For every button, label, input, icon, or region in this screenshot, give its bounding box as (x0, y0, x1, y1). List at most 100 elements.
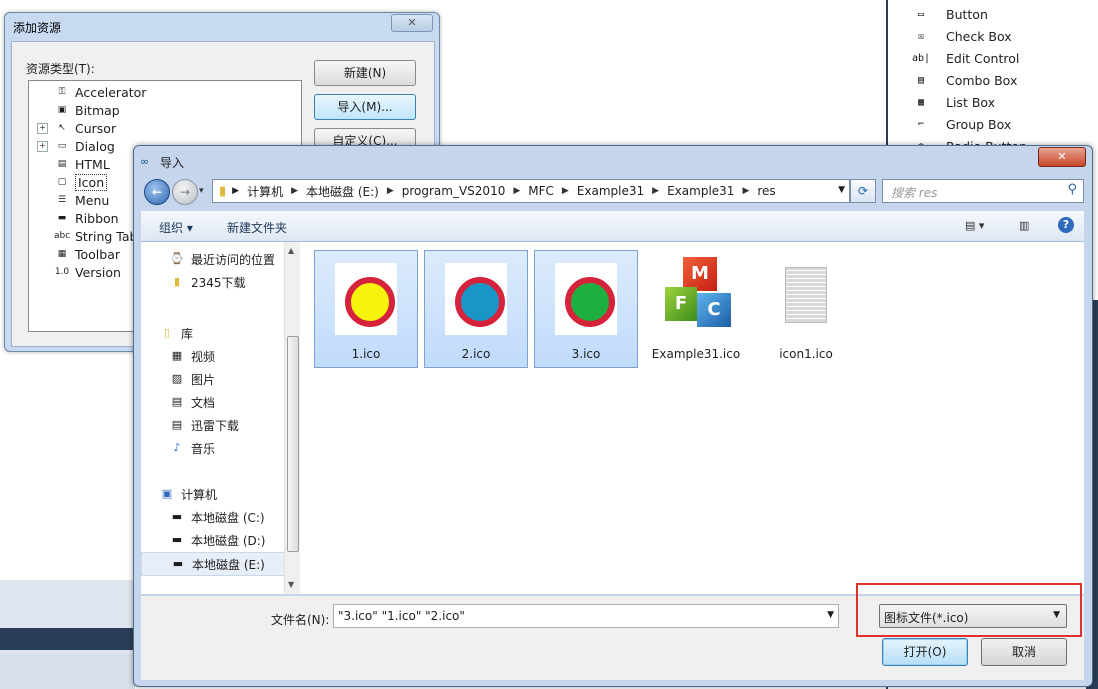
edit-control-icon: ab| (911, 52, 931, 64)
tree-item-label: Ribbon (75, 210, 119, 226)
search-input[interactable]: 搜索 res ⚲ (882, 179, 1084, 203)
nav-item-label: 图片 (191, 372, 216, 387)
breadcrumb-item[interactable]: Example31 ▶ (577, 184, 659, 198)
toolbox-item-label: Edit Control (946, 50, 1020, 66)
scroll-down-arrow[interactable]: ▼ (288, 580, 294, 589)
breadcrumb-label: MFC (528, 184, 554, 198)
nav-item[interactable]: ▣ 计算机 (141, 483, 289, 505)
tree-item[interactable]: + ↖ Cursor (29, 119, 299, 137)
breadcrumb-item[interactable]: 本地磁盘 (E:) ▶ (306, 183, 394, 200)
view-options-icon[interactable]: ▤ ▾ (965, 219, 984, 232)
group-box-icon: ⌐ (917, 118, 925, 130)
recent-locations-dropdown[interactable]: ▾ (199, 186, 204, 196)
file-item[interactable]: icon1.ico (754, 250, 858, 368)
file-item[interactable]: 1.ico (314, 250, 418, 368)
chevron-right-icon[interactable]: ▶ (291, 186, 298, 196)
new-folder-button[interactable]: 新建文件夹 (227, 219, 287, 236)
back-button[interactable]: ← (144, 179, 170, 205)
dialog-title: 导入 (160, 156, 185, 170)
resource-type-icon: ▦ (57, 249, 67, 259)
tree-item[interactable]: ▣ Bitmap (29, 101, 299, 119)
nav-item[interactable]: ▤ 文档 (141, 391, 289, 413)
breadcrumb-item[interactable]: res (757, 184, 775, 198)
chevron-down-icon[interactable]: ▼ (827, 610, 834, 620)
nav-item[interactable]: ▤ 迅雷下载 (141, 414, 289, 436)
file-item[interactable]: 2.ico (424, 250, 528, 368)
expand-icon[interactable]: + (37, 122, 48, 134)
chevron-right-icon: ▶ (232, 186, 240, 196)
nav-item[interactable]: ▦ 视频 (141, 345, 289, 367)
chevron-right-icon[interactable]: ▶ (387, 186, 394, 196)
breadcrumb-item[interactable]: 计算机 ▶ (247, 183, 298, 200)
close-button[interactable]: ✕ (391, 14, 433, 32)
organize-menu[interactable]: 组织 ▾ (159, 219, 193, 236)
tree-item-label: Toolbar (75, 246, 121, 262)
chevron-right-icon[interactable]: ▶ (652, 186, 659, 196)
tree-item-label: Menu (75, 192, 110, 208)
tree-item[interactable]: ⚿ Accelerator (29, 83, 299, 101)
resource-type-label: 资源类型(T): (26, 62, 95, 76)
toolbox-item[interactable]: ▦ List Box (888, 91, 1093, 113)
nav-item[interactable]: ♪ 音乐 (141, 437, 289, 459)
nav-item[interactable]: ▯ 库 (141, 322, 289, 344)
nav-item-label: 最近访问的位置 (191, 252, 276, 267)
help-icon[interactable]: ? (1058, 217, 1074, 233)
resource-type-icon: ☰ (57, 195, 67, 205)
resource-type-icon: ▬ (57, 213, 67, 223)
filetype-select[interactable]: 图标文件(*.ico) ▼ (879, 604, 1067, 628)
navigation-scrollbar[interactable]: ▲ ▼ (284, 242, 300, 594)
toolbox-item[interactable]: ☒ Check Box (888, 25, 1093, 47)
folder-icon: ▮ (173, 275, 181, 288)
toolbox-item[interactable]: ▭ Button (888, 3, 1093, 25)
cancel-button[interactable]: 取消 (981, 638, 1067, 666)
toolbox-item[interactable]: ▤ Combo Box (888, 69, 1093, 91)
toolbox-item[interactable]: ⌐ Group Box (888, 113, 1093, 135)
nav-item[interactable]: ▬ 本地磁盘 (E:) (141, 552, 291, 576)
breadcrumb-label: 本地磁盘 (E:) (306, 184, 379, 199)
resource-type-icon: ⚿ (58, 87, 66, 97)
filename-input[interactable]: "3.ico" "1.ico" "2.ico" ▼ (333, 604, 839, 628)
resource-type-icon: ↖ (58, 123, 66, 133)
breadcrumb-label: 计算机 (247, 184, 284, 199)
breadcrumb-item[interactable]: Example31 ▶ (667, 184, 749, 198)
scroll-thumb[interactable] (287, 336, 299, 552)
forward-button[interactable]: → (172, 179, 198, 205)
ico-preview (345, 277, 395, 327)
open-button[interactable]: 打开(O) (882, 638, 968, 666)
chevron-right-icon[interactable]: ▶ (562, 186, 569, 196)
expand-icon[interactable]: + (37, 140, 48, 152)
import-button[interactable]: 导入(M)... (314, 94, 416, 120)
tree-item-label: HTML (75, 156, 110, 172)
breadcrumb-item[interactable]: program_VS2010 ▶ (402, 184, 521, 198)
resource-type-icon: ▤ (57, 159, 67, 169)
close-button[interactable]: ✕ (1038, 147, 1086, 167)
address-bar[interactable]: ▮ ▶ 计算机 ▶ 本地磁盘 (E:) ▶ program_VS2010 ▶ MFC ▶ Exa… (212, 179, 850, 203)
file-item[interactable]: M F C Example31.ico (644, 250, 748, 368)
generic-file-icon (785, 267, 827, 323)
resource-type-icon: ▭ (57, 141, 67, 151)
file-item[interactable]: 3.ico (534, 250, 638, 368)
nav-item[interactable]: ⌚ 最近访问的位置 (141, 248, 289, 270)
refresh-button[interactable]: ⟳ (850, 179, 876, 203)
chevron-down-icon[interactable]: ▼ (838, 185, 845, 195)
nav-item[interactable]: ▨ 图片 (141, 368, 289, 390)
breadcrumb-item[interactable]: MFC ▶ (528, 184, 569, 198)
new-button[interactable]: 新建(N) (314, 60, 416, 86)
dialog-app-icon: ∞ (140, 155, 150, 168)
chevron-right-icon[interactable]: ▶ (742, 186, 749, 196)
scroll-up-arrow[interactable]: ▲ (288, 246, 294, 255)
combo-box-icon: ▤ (917, 74, 925, 86)
nav-item-label: 迅雷下载 (191, 418, 240, 433)
nav-item[interactable]: ▬ 本地磁盘 (D:) (141, 529, 289, 551)
toolbox-item[interactable]: ab| Edit Control (888, 47, 1093, 69)
toolbox-item-label: List Box (946, 94, 996, 110)
chevron-right-icon[interactable]: ▶ (513, 186, 520, 196)
nav-item[interactable]: ▮ 2345下载 (141, 271, 289, 293)
preview-pane-icon[interactable]: ▥ (1019, 219, 1029, 232)
nav-item[interactable]: ▬ 本地磁盘 (C:) (141, 506, 289, 528)
nav-item-label: 音乐 (191, 441, 216, 456)
tree-item-label: Version (75, 264, 121, 280)
filename-label: 文件名(N): (271, 613, 330, 627)
tree-item-label: Accelerator (75, 84, 147, 100)
folder-icon: ▮ (219, 183, 227, 199)
